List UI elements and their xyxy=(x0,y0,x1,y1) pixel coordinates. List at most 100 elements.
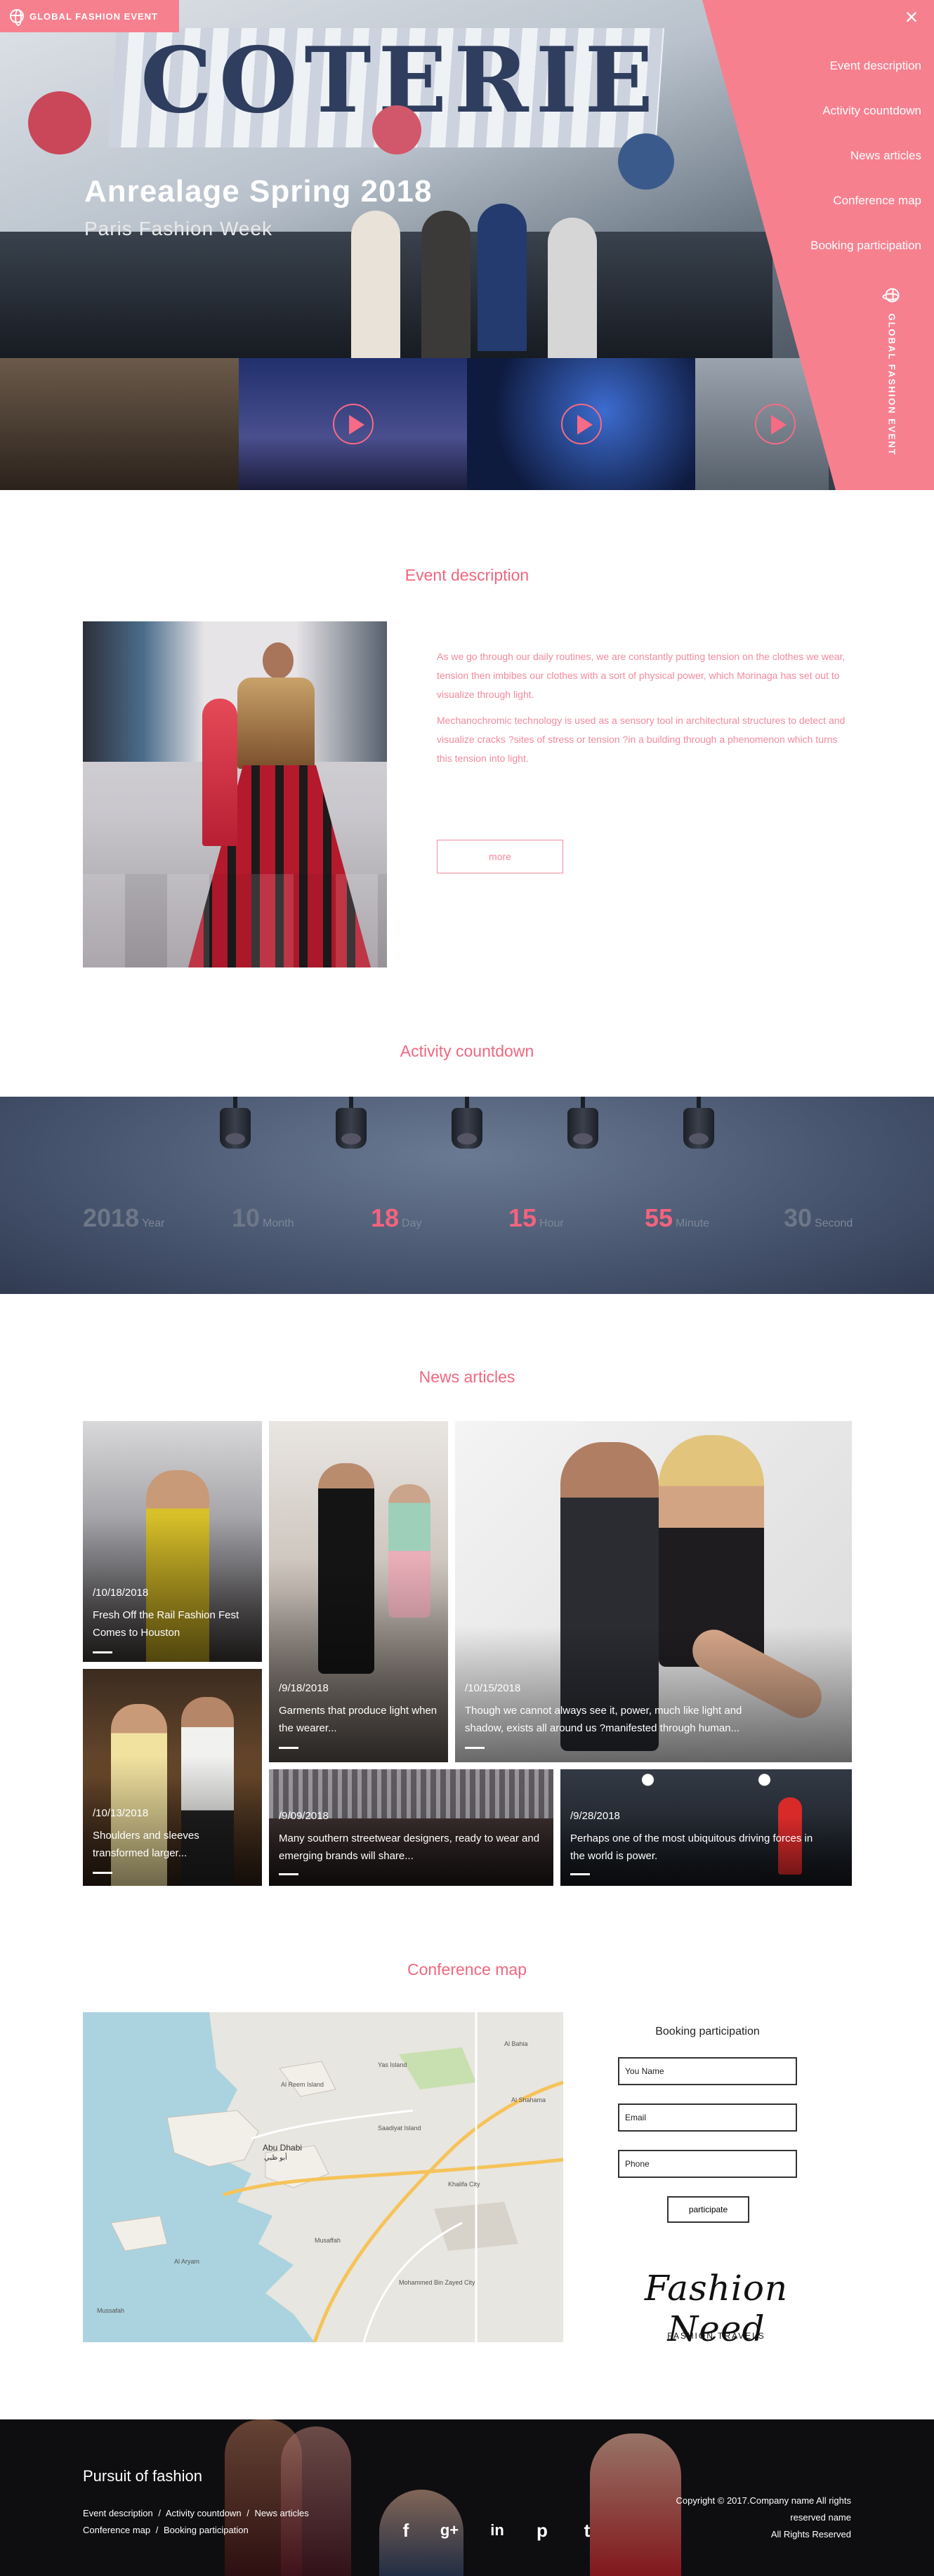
facebook-icon[interactable]: f xyxy=(393,2518,419,2543)
video-thumbnails xyxy=(0,358,829,490)
stage-light-icon xyxy=(334,1097,369,1153)
news-date: /9/09/2018 xyxy=(279,1810,329,1822)
event-paragraph: As we go through our daily routines, we … xyxy=(437,651,846,700)
news-date: /10/18/2018 xyxy=(93,1587,149,1599)
news-headline: Fresh Off the Rail Fashion Fest Comes to… xyxy=(93,1609,239,1639)
copyright-line: reserved name xyxy=(790,2512,851,2523)
countdown-label: Year xyxy=(142,1217,165,1229)
play-icon[interactable] xyxy=(332,404,374,444)
news-card[interactable]: /10/13/2018 Shoulders and sleeves transf… xyxy=(83,1669,262,1886)
phone-field[interactable] xyxy=(618,2150,797,2178)
news-headline: Garments that produce light when the wea… xyxy=(279,1705,438,1734)
countdown-value: 18 xyxy=(371,1203,400,1232)
map-label: Al Aryam xyxy=(174,2258,200,2265)
model-head xyxy=(263,642,294,679)
copyright: Copyright © 2017.Company name All rights… xyxy=(640,2492,851,2543)
pinterest-icon[interactable]: p xyxy=(530,2518,555,2543)
countdown-year: 2018 Year xyxy=(83,1203,164,1233)
conference-map[interactable]: Abu Dhabi أبو ظبي Al Reem Island Yas Isl… xyxy=(83,2012,563,2342)
map-label: Mussafah xyxy=(97,2307,125,2314)
map-label: Al Bahia xyxy=(504,2040,528,2047)
linkedin-icon[interactable]: in xyxy=(485,2518,510,2543)
news-underline xyxy=(570,1873,590,1875)
news-date: /10/13/2018 xyxy=(93,1807,149,1819)
stage-light-icon xyxy=(565,1097,600,1153)
news-underline xyxy=(465,1747,485,1749)
news-date: /10/15/2018 xyxy=(465,1682,521,1694)
google-plus-icon[interactable]: g+ xyxy=(437,2518,462,2543)
close-icon[interactable]: × xyxy=(899,4,924,29)
countdown-value: 55 xyxy=(645,1203,673,1232)
countdown-label: Minute xyxy=(676,1217,710,1229)
section-title-conference-map: Conference map xyxy=(407,1960,527,1979)
nav-item-booking-participation[interactable]: Booking participation xyxy=(810,236,921,281)
footer-separator: / xyxy=(158,2508,161,2518)
video-thumbnail[interactable] xyxy=(239,358,467,490)
globe-icon xyxy=(10,9,24,26)
nav-item-activity-countdown[interactable]: Activity countdown xyxy=(810,101,921,146)
map-label: Al Reem Island xyxy=(281,2081,324,2088)
countdown-second: 30 Second xyxy=(784,1203,853,1233)
news-card[interactable]: /9/28/2018 Perhaps one of the most ubiqu… xyxy=(560,1769,852,1886)
more-button[interactable]: more xyxy=(437,840,563,873)
countdown-hour: 15 Hour xyxy=(508,1203,564,1233)
news-headline: Many southern streetwear designers, read… xyxy=(279,1832,540,1862)
footer-link-news-articles[interactable]: News articles xyxy=(254,2508,308,2518)
side-nav: Event description Activity countdown New… xyxy=(810,56,921,281)
hero-model xyxy=(548,218,597,365)
countdown-label: Month xyxy=(263,1217,294,1229)
news-underline xyxy=(93,1651,112,1653)
news-underline xyxy=(279,1873,298,1875)
section-title-event-description: Event description xyxy=(404,566,530,584)
footer-link-booking-participation[interactable]: Booking participation xyxy=(164,2525,249,2535)
nav-item-event-description[interactable]: Event description xyxy=(810,56,921,101)
footer-title: Pursuit of fashion xyxy=(83,2467,202,2485)
map-canvas xyxy=(110,2012,563,2342)
fashion-need-tagline: FASHION TRAVELS xyxy=(667,2331,765,2341)
footer-link-event-description[interactable]: Event description xyxy=(83,2508,153,2518)
map-label: Khalifa City xyxy=(448,2181,480,2188)
booking-title: Booking participation xyxy=(655,2026,760,2037)
nav-item-news-articles[interactable]: News articles xyxy=(810,146,921,191)
section-title-activity-countdown: Activity countdown xyxy=(400,1042,534,1060)
news-card[interactable]: /10/18/2018 Fresh Off the Rail Fashion F… xyxy=(83,1421,262,1662)
video-thumbnail[interactable] xyxy=(0,358,239,490)
copyright-line: All Rights Reserved xyxy=(770,2529,851,2539)
news-image-lights xyxy=(560,1769,852,1804)
hero-model xyxy=(421,211,471,358)
participate-button[interactable]: participate xyxy=(667,2196,749,2223)
map-label: أبو ظبي xyxy=(264,2154,287,2162)
site-logo[interactable]: GLOBAL FASHION EVENT xyxy=(0,0,179,32)
footer-links: Event description / Activity countdown /… xyxy=(83,2505,378,2539)
countdown-month: 10 Month xyxy=(232,1203,294,1233)
hero-decor-flower xyxy=(618,133,674,190)
stage-light-icon xyxy=(218,1097,253,1153)
stage-light-icon xyxy=(681,1097,716,1153)
news-card[interactable]: /9/18/2018 Garments that produce light w… xyxy=(269,1421,448,1762)
name-field[interactable] xyxy=(618,2057,797,2085)
news-headline: Shoulders and sleeves transformed larger… xyxy=(93,1830,199,1859)
email-field[interactable] xyxy=(618,2103,797,2132)
countdown-label: Hour xyxy=(539,1217,564,1229)
vertical-brand-text: GLOBAL FASHION EVENT xyxy=(887,313,897,456)
footer-link-activity-countdown[interactable]: Activity countdown xyxy=(166,2508,242,2518)
news-headline: Though we cannot always see it, power, m… xyxy=(465,1705,742,1734)
footer: Pursuit of fashion Event description / A… xyxy=(0,2419,934,2576)
countdown-label: Day xyxy=(402,1217,422,1229)
news-date: /9/18/2018 xyxy=(279,1682,329,1694)
play-icon[interactable] xyxy=(755,404,796,444)
news-card[interactable]: /9/09/2018 Many southern streetwear desi… xyxy=(269,1769,553,1886)
nav-item-conference-map[interactable]: Conference map xyxy=(810,191,921,236)
hero-model xyxy=(351,211,400,358)
countdown-value: 15 xyxy=(508,1203,537,1232)
news-underline xyxy=(279,1747,298,1749)
news-card[interactable]: /10/15/2018 Though we cannot always see … xyxy=(455,1421,852,1762)
play-icon[interactable] xyxy=(560,404,602,444)
map-label: Musaffah xyxy=(315,2237,341,2244)
map-label: Mohammed Bin Zayed City xyxy=(399,2279,475,2286)
video-thumbnail[interactable] xyxy=(467,358,695,490)
twitter-icon[interactable]: t xyxy=(574,2518,600,2543)
vertical-brand: GLOBAL FASHION EVENT xyxy=(885,288,900,456)
footer-link-conference-map[interactable]: Conference map xyxy=(83,2525,150,2535)
hero-title: Anrealage Spring 2018 xyxy=(84,174,433,209)
